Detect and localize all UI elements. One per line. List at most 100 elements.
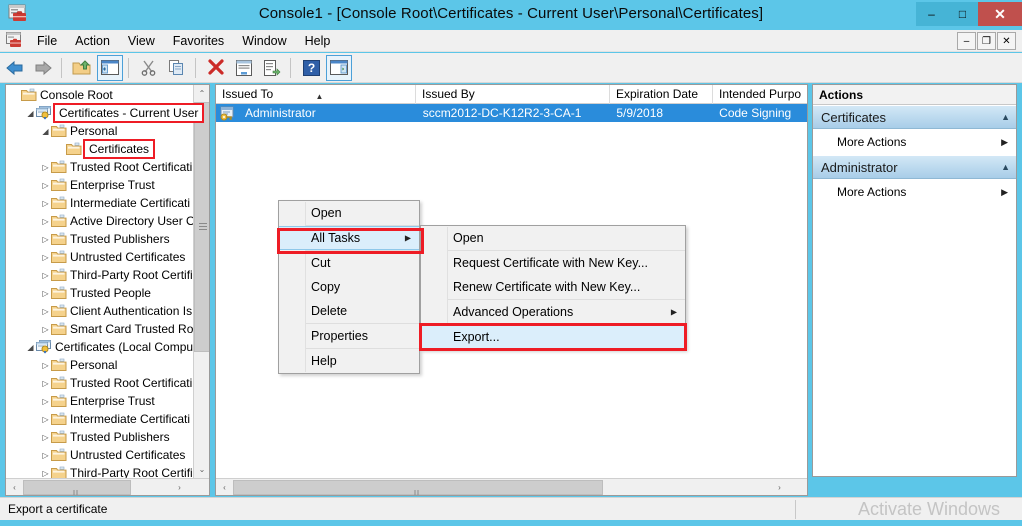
menu-item-open[interactable]: Open xyxy=(421,226,685,250)
tree-expander-icon[interactable]: ▷ xyxy=(40,284,51,302)
tree-expander-icon[interactable]: ▷ xyxy=(40,446,51,464)
help-question-icon[interactable]: ? xyxy=(298,55,324,81)
menu-item-request-certificate-with-new-key[interactable]: Request Certificate with New Key... xyxy=(421,251,685,275)
column-header-issued-by[interactable]: Issued By xyxy=(416,85,610,104)
menu-item-export[interactable]: Export... xyxy=(421,325,685,349)
tree-scroll-right-button[interactable]: › xyxy=(171,479,188,495)
menu-file[interactable]: File xyxy=(28,30,66,52)
mdi-minimize-button[interactable]: – xyxy=(957,32,976,50)
tree-expander-icon[interactable]: ▷ xyxy=(40,392,51,410)
back-arrow-icon[interactable] xyxy=(2,55,28,81)
tree-item-label: Untrusted Certificates xyxy=(70,250,186,264)
maximize-button[interactable]: □ xyxy=(947,2,978,26)
column-header-issued-to[interactable]: Issued To ▲ xyxy=(216,85,416,104)
menu-item-properties[interactable]: Properties xyxy=(279,324,419,348)
tree-horizontal-scrollbar[interactable]: ‹ › xyxy=(6,478,209,495)
tree-scroll-thumb[interactable] xyxy=(194,102,209,352)
delete-red-x-icon[interactable] xyxy=(203,55,229,81)
mdi-close-button[interactable]: ✕ xyxy=(997,32,1016,50)
tree-item-active-directory-user-o[interactable]: ▷ Active Directory User O xyxy=(6,212,195,230)
tree-expander-icon[interactable]: ◢ xyxy=(25,338,36,356)
properties-icon[interactable] xyxy=(231,55,257,81)
tree-item-third-party-root-certifi[interactable]: ▷ Third-Party Root Certifi xyxy=(6,266,194,284)
tree-expander-icon[interactable]: ▷ xyxy=(40,176,51,194)
collapse-chevron-up-icon[interactable]: ▲ xyxy=(1001,112,1010,122)
show-hide-console-tree-icon[interactable] xyxy=(97,54,123,81)
show-action-pane-icon[interactable] xyxy=(326,54,352,81)
tree-expander-icon[interactable]: ▷ xyxy=(40,230,51,248)
tree-item-enterprise-trust[interactable]: ▷ Enterprise Trust xyxy=(6,392,194,410)
forward-arrow-icon[interactable] xyxy=(30,55,56,81)
tree-item-personal[interactable]: ▷ Personal xyxy=(6,356,194,374)
menu-help[interactable]: Help xyxy=(296,30,340,52)
tree-item-trusted-publishers[interactable]: ▷ Trusted Publishers xyxy=(6,230,194,248)
tree-expander-icon[interactable]: ◢ xyxy=(40,122,51,140)
action-more-actions-administrator[interactable]: More Actions ▶ xyxy=(813,179,1016,205)
menu-action[interactable]: Action xyxy=(66,30,119,52)
tree-item-certificates[interactable]: Certificates xyxy=(6,139,194,159)
minimize-button[interactable]: – xyxy=(916,2,947,26)
tree-item-trusted-root-certificati[interactable]: ▷ Trusted Root Certificati xyxy=(6,374,194,392)
list-scroll-right-button[interactable]: › xyxy=(771,479,788,495)
column-header-expiration-date[interactable]: Expiration Date xyxy=(610,85,713,104)
up-folder-icon[interactable] xyxy=(69,55,95,81)
tree-scroll-up-button[interactable]: ⌃ xyxy=(194,85,209,102)
tree-expander-icon[interactable]: ▷ xyxy=(40,356,51,374)
tree-item-client-authentication-is[interactable]: ▷ Client Authentication Is xyxy=(6,302,194,320)
tree-item-trusted-root-certificati[interactable]: ▷ Trusted Root Certificati xyxy=(6,158,194,176)
tree-item-personal[interactable]: ◢ Personal xyxy=(6,122,194,140)
tree-item-untrusted-certificates[interactable]: ▷ Untrusted Certificates xyxy=(6,248,194,266)
menu-item-open[interactable]: Open xyxy=(279,201,419,225)
tree-expander-icon[interactable]: ▷ xyxy=(40,302,51,320)
collapse-chevron-up-icon-2[interactable]: ▲ xyxy=(1001,162,1010,172)
tree-item-certificates-current-user[interactable]: ◢ Certificates - Current User xyxy=(6,103,205,123)
tree-scroll-left-button[interactable]: ‹ xyxy=(6,479,23,495)
tree-item-intermediate-certificati[interactable]: ▷ Intermediate Certificati xyxy=(6,410,194,428)
copy-icon[interactable] xyxy=(164,55,190,81)
tree-item-trusted-publishers[interactable]: ▷ Trusted Publishers xyxy=(6,428,194,446)
tree-item-certificates-local-comput[interactable]: ◢ Certificates (Local Comput xyxy=(6,338,196,356)
tree-expander-icon[interactable]: ▷ xyxy=(40,212,51,230)
tree-expander-icon[interactable]: ▷ xyxy=(40,410,51,428)
actions-section-certificates[interactable]: Certificates ▲ xyxy=(813,105,1016,129)
list-hscroll-thumb[interactable] xyxy=(233,479,603,495)
menu-item-delete[interactable]: Delete xyxy=(279,299,419,323)
menu-window[interactable]: Window xyxy=(233,30,295,52)
tree-expander-icon[interactable]: ▷ xyxy=(40,374,51,392)
tree-expander-icon[interactable]: ◢ xyxy=(25,104,36,122)
tree-expander-icon[interactable]: ▷ xyxy=(40,248,51,266)
cut-scissors-icon[interactable] xyxy=(136,55,162,81)
tree-expander-icon[interactable]: ▷ xyxy=(40,158,51,176)
menu-item-all-tasks[interactable]: All Tasks ▶ xyxy=(279,226,419,250)
mmc-console-window: Console1 - [Console Root\Certificates - … xyxy=(0,0,1022,526)
menu-item-advanced-operations[interactable]: Advanced Operations ▶ xyxy=(421,300,685,324)
tree-item-intermediate-certificati[interactable]: ▷ Intermediate Certificati xyxy=(6,194,194,212)
tree-hscroll-thumb[interactable] xyxy=(23,479,131,495)
menu-item-renew-certificate-with-new-key[interactable]: Renew Certificate with New Key... xyxy=(421,275,685,299)
mdi-restore-button[interactable]: ❐ xyxy=(977,32,996,50)
menu-item-cut[interactable]: Cut xyxy=(279,251,419,275)
action-more-actions-certificates[interactable]: More Actions ▶ xyxy=(813,129,1016,155)
close-button[interactable]: ✕ xyxy=(978,2,1022,26)
menu-favorites[interactable]: Favorites xyxy=(164,30,233,52)
tree-item-untrusted-certificates[interactable]: ▷ Untrusted Certificates xyxy=(6,446,194,464)
table-row[interactable]: Administrator sccm2012-DC-K12R2-3-CA-1 5… xyxy=(216,104,807,122)
tree-item-enterprise-trust[interactable]: ▷ Enterprise Trust xyxy=(6,176,194,194)
menu-view[interactable]: View xyxy=(119,30,164,52)
tree-item-console-root[interactable]: Console Root xyxy=(6,86,194,104)
tree-expander-icon[interactable]: ▷ xyxy=(40,194,51,212)
menu-item-help[interactable]: Help xyxy=(279,349,419,373)
export-list-icon[interactable] xyxy=(259,55,285,81)
menu-item-copy[interactable]: Copy xyxy=(279,275,419,299)
actions-section-administrator[interactable]: Administrator ▲ xyxy=(813,155,1016,179)
tree-expander-icon[interactable]: ▷ xyxy=(40,266,51,284)
tree-expander-icon[interactable]: ▷ xyxy=(40,320,51,338)
tree-vertical-scrollbar[interactable]: ⌃ ⌄ xyxy=(193,85,209,478)
tree-expander-icon[interactable]: ▷ xyxy=(40,428,51,446)
list-horizontal-scrollbar[interactable]: ‹ › xyxy=(216,478,807,495)
tree-scroll-down-button[interactable]: ⌄ xyxy=(194,461,209,478)
tree-item-trusted-people[interactable]: ▷ Trusted People xyxy=(6,284,194,302)
column-header-intended-purpose[interactable]: Intended Purpo xyxy=(713,85,807,104)
tree-item-smart-card-trusted-roo[interactable]: ▷ Smart Card Trusted Roo xyxy=(6,320,200,338)
list-scroll-left-button[interactable]: ‹ xyxy=(216,479,233,495)
